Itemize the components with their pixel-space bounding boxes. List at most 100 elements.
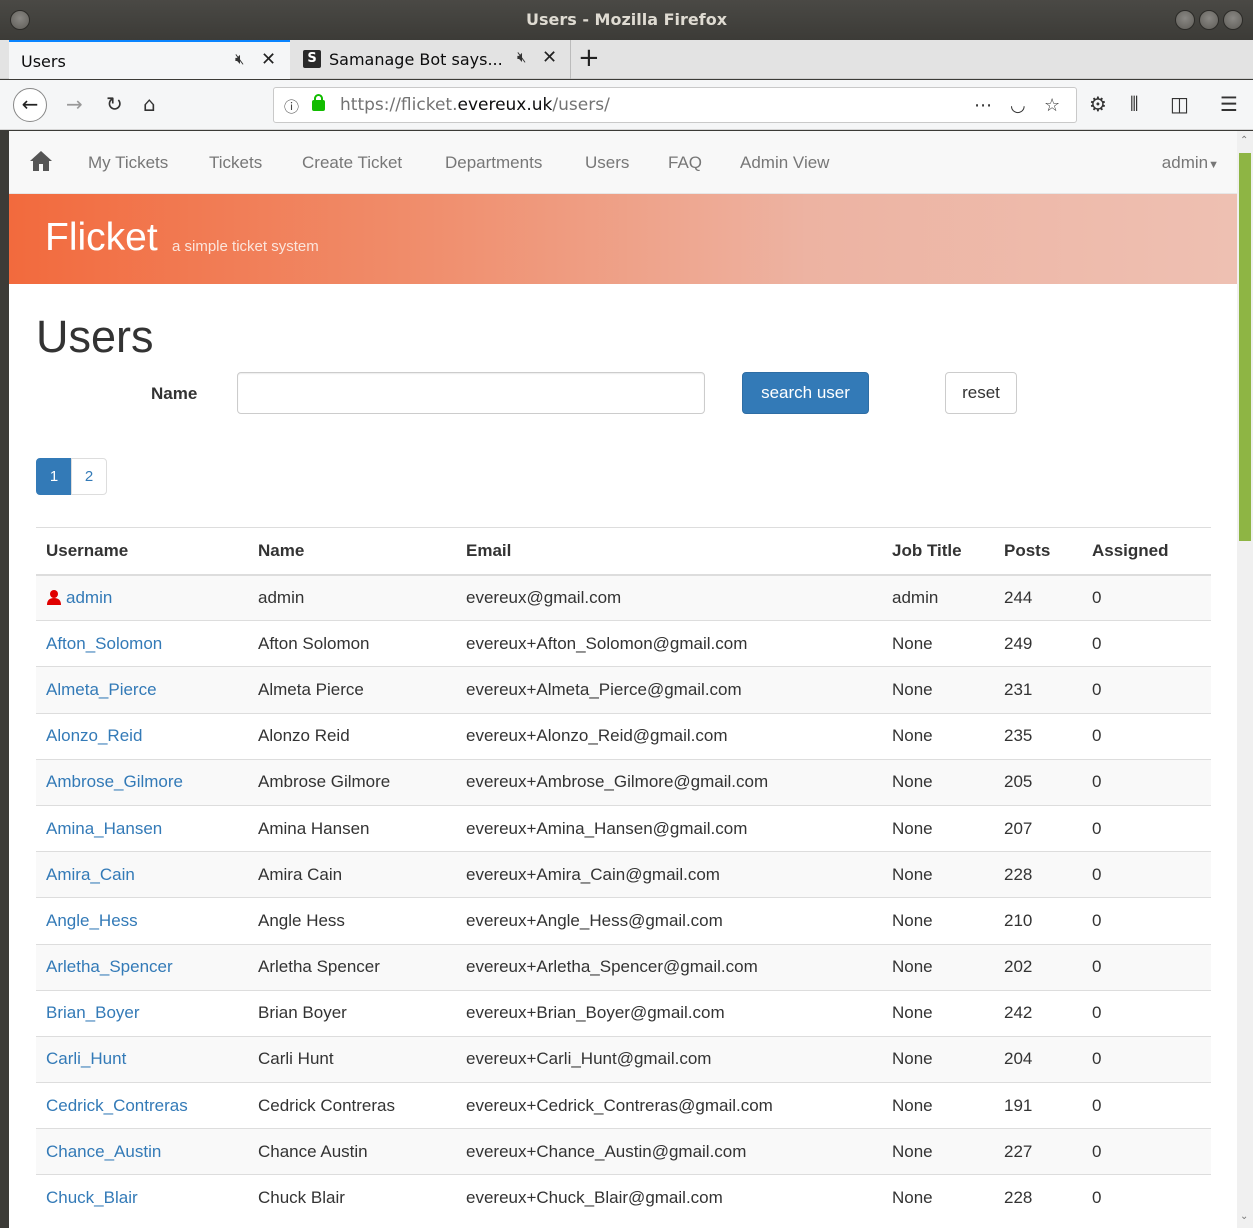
brand-title[interactable]: Flicket bbox=[45, 216, 158, 260]
username-link[interactable]: admin bbox=[66, 588, 112, 607]
header-email[interactable]: Email bbox=[456, 527, 882, 576]
mute-icon[interactable]: 🔇︎ bbox=[235, 50, 244, 68]
library-icon[interactable]: ⫴ bbox=[1130, 92, 1138, 116]
cell-email: evereux@gmail.com bbox=[456, 573, 882, 621]
nav-faq[interactable]: FAQ bbox=[668, 153, 702, 173]
cell-assigned: 0 bbox=[1082, 712, 1211, 760]
username-link[interactable]: Amira_Cain bbox=[46, 865, 135, 884]
bookmark-star-icon[interactable]: ☆ bbox=[1044, 95, 1060, 116]
page-scrollbar[interactable]: ⌃ ⌄ bbox=[1237, 131, 1253, 1228]
close-tab-icon[interactable]: ✕ bbox=[542, 47, 557, 68]
scrollbar-thumb[interactable] bbox=[1239, 153, 1251, 541]
cell-job-title: None bbox=[882, 989, 994, 1037]
cell-username: Afton_Solomon bbox=[36, 620, 248, 667]
name-label: Name bbox=[151, 384, 198, 403]
cell-username: admin bbox=[36, 573, 248, 621]
nav-tickets[interactable]: Tickets bbox=[209, 153, 262, 173]
site-navbar: My Tickets Tickets Create Ticket Departm… bbox=[9, 131, 1237, 194]
username-link[interactable]: Amina_Hansen bbox=[46, 819, 162, 838]
username-link[interactable]: Ambrose_Gilmore bbox=[46, 772, 183, 791]
username-link[interactable]: Arletha_Spencer bbox=[46, 957, 173, 976]
url-text[interactable]: https://flicket.evereux.uk/users/ bbox=[340, 95, 610, 115]
username-link[interactable]: Cedrick_Contreras bbox=[46, 1096, 188, 1115]
mute-icon[interactable]: 🔇︎ bbox=[517, 48, 526, 66]
cell-email: evereux+Chuck_Blair@gmail.com bbox=[456, 1174, 882, 1222]
new-tab-icon[interactable]: + bbox=[578, 43, 600, 73]
nav-departments[interactable]: Departments bbox=[445, 153, 542, 173]
cell-name: Alonzo Reid bbox=[248, 712, 456, 760]
table-row: Chuck_Blair Chuck Blair evereux+Chuck_Blai… bbox=[36, 1174, 1211, 1222]
cell-posts: 227 bbox=[994, 1128, 1082, 1175]
header-job-title[interactable]: Job Title bbox=[882, 527, 994, 576]
nav-my-tickets[interactable]: My Tickets bbox=[88, 153, 168, 173]
header-assigned[interactable]: Assigned bbox=[1082, 527, 1211, 576]
info-icon[interactable]: ⓘ bbox=[284, 96, 299, 117]
cell-name: admin bbox=[248, 573, 456, 621]
username-link[interactable]: Almeta_Pierce bbox=[46, 680, 157, 699]
close-tab-icon[interactable]: ✕ bbox=[261, 49, 276, 70]
page-2-button[interactable]: 2 bbox=[71, 458, 107, 495]
header-posts[interactable]: Posts bbox=[994, 527, 1082, 576]
tab-label: Samanage Bot says... bbox=[329, 50, 503, 69]
url-bar[interactable]: ⓘ https://flicket.evereux.uk/users/ ⋯ ◡ … bbox=[273, 87, 1077, 123]
menu-icon[interactable]: ☰ bbox=[1220, 92, 1238, 116]
home-icon[interactable] bbox=[29, 149, 53, 173]
scroll-down-icon[interactable]: ⌄ bbox=[1240, 1211, 1248, 1222]
username-link[interactable]: Angle_Hess bbox=[46, 911, 138, 930]
username-link[interactable]: Chuck_Blair bbox=[46, 1188, 138, 1207]
back-button[interactable]: ← bbox=[13, 88, 47, 122]
sidebar-icon[interactable]: ◫ bbox=[1170, 92, 1189, 116]
username-link[interactable]: Brian_Boyer bbox=[46, 1003, 140, 1022]
user-menu-dropdown[interactable]: admin▼ bbox=[1162, 153, 1219, 173]
reload-icon[interactable]: ↻ bbox=[106, 92, 123, 116]
page-content: My Tickets Tickets Create Ticket Departm… bbox=[9, 131, 1237, 1228]
window-close-button[interactable] bbox=[1223, 10, 1243, 30]
table-row: Angle_Hess Angle Hess evereux+Angle_Hess@g… bbox=[36, 897, 1211, 944]
table-row: Cedrick_Contreras Cedrick Contreras evereu… bbox=[36, 1082, 1211, 1129]
cell-email: evereux+Chance_Austin@gmail.com bbox=[456, 1128, 882, 1175]
tab-samanage[interactable]: S Samanage Bot says... 🔇︎ ✕ bbox=[291, 40, 571, 79]
nav-users[interactable]: Users bbox=[585, 153, 629, 173]
cell-username: Carli_Hunt bbox=[36, 1035, 248, 1083]
cell-assigned: 0 bbox=[1082, 1082, 1211, 1129]
extension-icon[interactable]: ⚙ bbox=[1089, 92, 1107, 116]
nav-admin-view[interactable]: Admin View bbox=[740, 153, 829, 173]
page-title: Users bbox=[36, 311, 154, 362]
cell-assigned: 0 bbox=[1082, 943, 1211, 991]
header-username[interactable]: Username bbox=[36, 527, 248, 576]
cell-job-title: None bbox=[882, 943, 994, 991]
cell-email: evereux+Brian_Boyer@gmail.com bbox=[456, 989, 882, 1037]
pocket-icon[interactable]: ◡ bbox=[1010, 95, 1026, 116]
cell-email: evereux+Cedrick_Contreras@gmail.com bbox=[456, 1082, 882, 1129]
cell-assigned: 0 bbox=[1082, 1035, 1211, 1083]
tab-users[interactable]: Users 🔇︎ ✕ bbox=[9, 40, 290, 79]
cell-name: Almeta Pierce bbox=[248, 666, 456, 714]
page-1-button[interactable]: 1 bbox=[36, 458, 72, 495]
cell-name: Afton Solomon bbox=[248, 620, 456, 667]
username-link[interactable]: Alonzo_Reid bbox=[46, 726, 142, 745]
forward-icon[interactable]: → bbox=[66, 92, 83, 116]
home-icon[interactable]: ⌂ bbox=[143, 92, 156, 116]
cell-job-title: admin bbox=[882, 573, 994, 621]
cell-assigned: 0 bbox=[1082, 573, 1211, 621]
cell-posts: 204 bbox=[994, 1035, 1082, 1083]
cell-posts: 228 bbox=[994, 1174, 1082, 1222]
page-actions-icon[interactable]: ⋯ bbox=[974, 95, 992, 116]
window-minimize-button[interactable] bbox=[1175, 10, 1195, 30]
header-name[interactable]: Name bbox=[248, 527, 456, 576]
username-link[interactable]: Chance_Austin bbox=[46, 1142, 161, 1161]
reset-button[interactable]: reset bbox=[945, 372, 1017, 414]
username-link[interactable]: Afton_Solomon bbox=[46, 634, 162, 653]
name-search-input[interactable] bbox=[237, 372, 705, 414]
table-header-row: Username Name Email Job Title Posts Assi… bbox=[36, 527, 1211, 576]
cell-assigned: 0 bbox=[1082, 851, 1211, 898]
window-maximize-button[interactable] bbox=[1199, 10, 1219, 30]
scroll-up-icon[interactable]: ⌃ bbox=[1240, 135, 1248, 146]
username-link[interactable]: Carli_Hunt bbox=[46, 1049, 126, 1068]
nav-create-ticket[interactable]: Create Ticket bbox=[302, 153, 402, 173]
cell-assigned: 0 bbox=[1082, 620, 1211, 667]
search-user-button[interactable]: search user bbox=[742, 372, 869, 414]
table-row: Ambrose_Gilmore Ambrose Gilmore evereux+Am… bbox=[36, 758, 1211, 806]
cell-posts: 228 bbox=[994, 851, 1082, 898]
cell-email: evereux+Ambrose_Gilmore@gmail.com bbox=[456, 758, 882, 806]
